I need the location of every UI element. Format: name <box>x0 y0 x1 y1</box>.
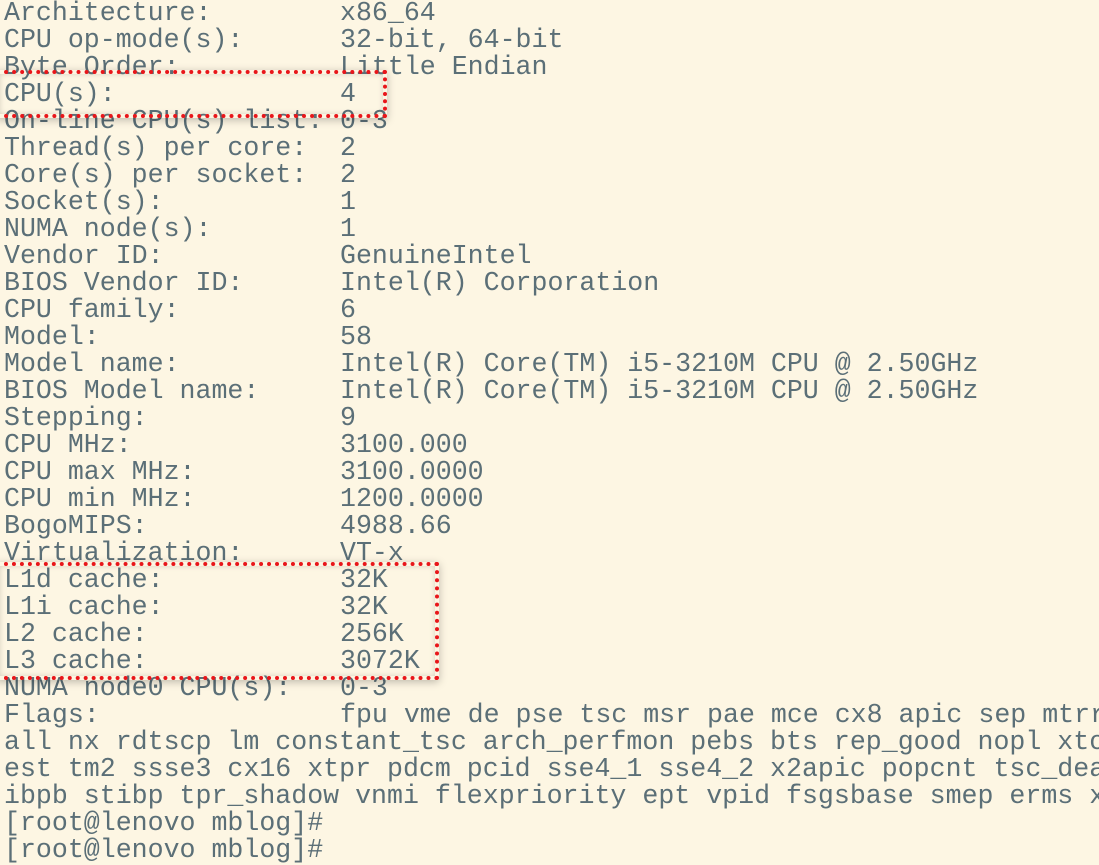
highlight-box-caches <box>0 562 439 680</box>
lscpu-row: CPU max MHz: 3100.0000 <box>4 459 1099 486</box>
lscpu-row: Model name: Intel(R) Core(TM) i5-3210M CP… <box>4 351 1099 378</box>
row-value: 3100.000 <box>340 430 468 460</box>
row-value: 32-bit, 64-bit <box>340 25 564 55</box>
row-label: Flags: <box>4 700 100 730</box>
row-value: 2 <box>340 133 356 163</box>
lscpu-row: BIOS Vendor ID: Intel(R) Corporation <box>4 270 1099 297</box>
row-value: 6 <box>340 295 356 325</box>
flags-continuation-line: ibpb stibp tpr_shadow vnmi flexpriority … <box>4 781 1099 811</box>
lscpu-row: Socket(s): 1 <box>4 189 1099 216</box>
lscpu-row: CPU family: 6 <box>4 297 1099 324</box>
row-value: Intel(R) Core(TM) i5-3210M CPU @ 2.50GHz <box>340 376 979 406</box>
row-label: CPU op-mode(s): <box>4 25 244 55</box>
row-label: Model: <box>4 322 100 352</box>
row-label: Core(s) per socket: <box>4 160 308 190</box>
row-value: GenuineIntel <box>340 241 532 271</box>
row-label: CPU max MHz: <box>4 457 196 487</box>
row-value: Intel(R) Core(TM) i5-3210M CPU @ 2.50GHz <box>340 349 979 379</box>
terminal-output[interactable]: Architecture: x86_64 CPU op-mode(s): 32-bit… <box>4 0 1099 864</box>
row-label: NUMA node(s): <box>4 214 212 244</box>
row-label: CPU MHz: <box>4 430 132 460</box>
row-value: 3100.0000 <box>340 457 484 487</box>
lscpu-row: CPU min MHz: 1200.0000 <box>4 486 1099 513</box>
lscpu-row: CPU op-mode(s): 32-bit, 64-bit <box>4 27 1099 54</box>
lscpu-row: Model: 58 <box>4 324 1099 351</box>
row-value: 1200.0000 <box>340 484 484 514</box>
lscpu-row: Thread(s) per core: 2 <box>4 135 1099 162</box>
lscpu-row: Core(s) per socket: 2 <box>4 162 1099 189</box>
row-label: CPU min MHz: <box>4 484 196 514</box>
row-label: CPU family: <box>4 295 180 325</box>
row-value: 4988.66 <box>340 511 452 541</box>
lscpu-row: BogoMIPS: 4988.66 <box>4 513 1099 540</box>
row-label: Thread(s) per core: <box>4 133 308 163</box>
lscpu-row: Vendor ID: GenuineIntel <box>4 243 1099 270</box>
lscpu-row: CPU MHz: 3100.000 <box>4 432 1099 459</box>
lscpu-row: BIOS Model name: Intel(R) Core(TM) i5-321… <box>4 378 1099 405</box>
row-label: Socket(s): <box>4 187 164 217</box>
shell-prompt: [root@lenovo mblog]# <box>4 835 324 865</box>
row-value: 2 <box>340 160 356 190</box>
row-label: Vendor ID: <box>4 241 164 271</box>
row-label: Architecture: <box>4 0 212 28</box>
flags-continuation-line: all nx rdtscp lm constant_tsc arch_perfm… <box>4 727 1099 757</box>
row-label: BIOS Model name: <box>4 376 260 406</box>
row-label: BogoMIPS: <box>4 511 148 541</box>
row-value: 58 <box>340 322 372 352</box>
row-value: x86_64 <box>340 0 436 28</box>
row-value: fpu vme de pse tsc msr pae mce cx8 apic … <box>340 700 1099 730</box>
highlight-box-cpus <box>0 70 387 118</box>
row-label: Stepping: <box>4 403 148 433</box>
row-value: 9 <box>340 403 356 433</box>
lscpu-row: Stepping: 9 <box>4 405 1099 432</box>
row-value: Intel(R) Corporation <box>340 268 660 298</box>
lscpu-row: Flags: fpu vme de pse tsc msr pae mce cx8… <box>4 702 1099 729</box>
lscpu-row: Architecture: x86_64 <box>4 0 1099 27</box>
row-value: 1 <box>340 214 356 244</box>
flags-continuation-line: est tm2 ssse3 cx16 xtpr pdcm pcid sse4_1… <box>4 754 1099 784</box>
shell-prompt: [root@lenovo mblog]# <box>4 808 324 838</box>
row-label: Model name: <box>4 349 180 379</box>
row-value: 1 <box>340 187 356 217</box>
lscpu-row: NUMA node(s): 1 <box>4 216 1099 243</box>
row-label: BIOS Vendor ID: <box>4 268 244 298</box>
